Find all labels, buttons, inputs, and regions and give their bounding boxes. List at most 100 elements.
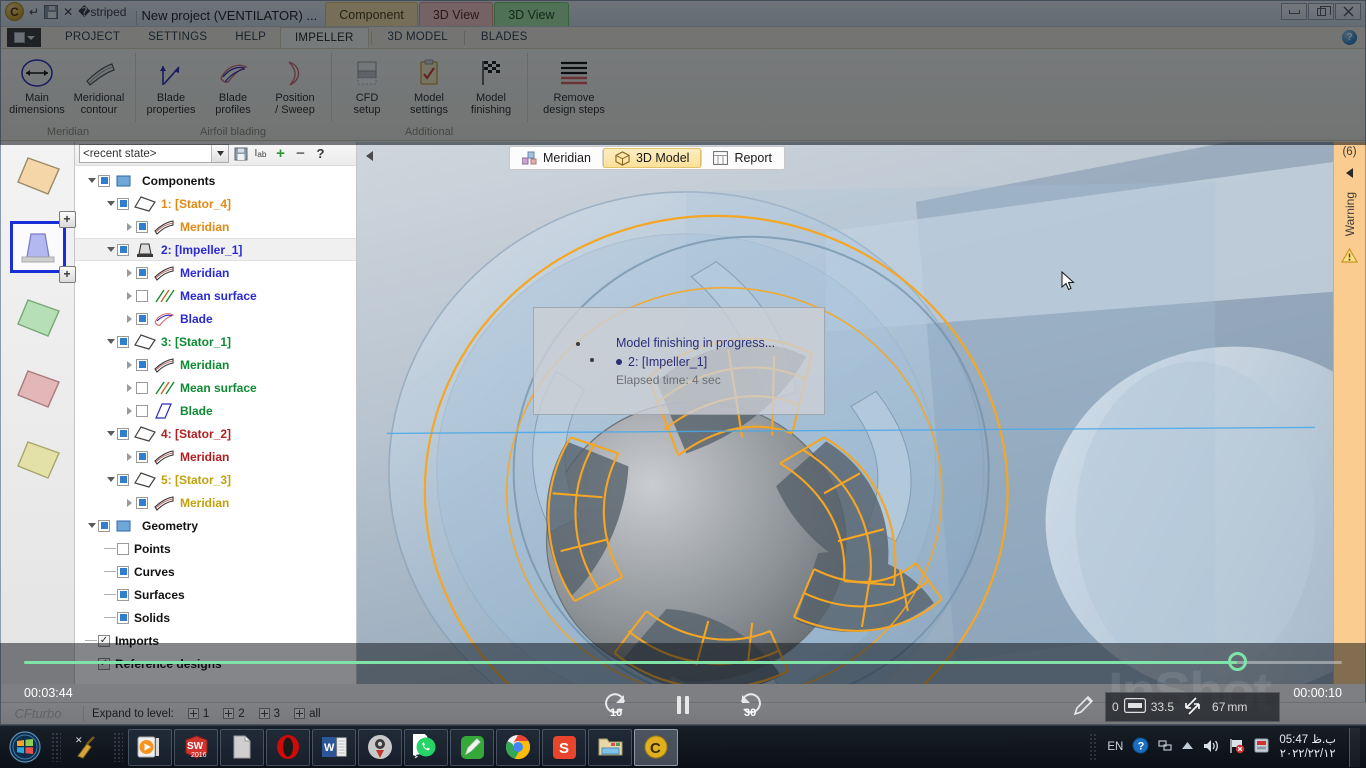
tree-visibility-checkbox[interactable] bbox=[136, 381, 148, 394]
minimize-button[interactable] bbox=[1281, 3, 1307, 20]
tree-visibility-checkbox[interactable] bbox=[117, 197, 129, 210]
expand-arrows-icon[interactable] bbox=[1180, 695, 1206, 720]
tree-row[interactable]: Curves bbox=[75, 560, 356, 583]
ribbon-tab-blades[interactable]: BLADES bbox=[467, 27, 542, 48]
close-x-icon[interactable]: ✕ bbox=[63, 6, 73, 18]
tree-row[interactable]: Components bbox=[75, 169, 356, 192]
tree-visibility-checkbox[interactable] bbox=[117, 565, 129, 578]
stator-4-chip[interactable] bbox=[12, 152, 64, 200]
broom-cleaner-icon[interactable]: ✕ bbox=[65, 728, 109, 767]
add-plus-icon[interactable]: + bbox=[272, 145, 289, 162]
tree-row[interactable]: Mean surface bbox=[75, 284, 356, 307]
show-hidden-chevron-icon[interactable] bbox=[1182, 741, 1194, 753]
stator-3-chip[interactable] bbox=[12, 436, 64, 484]
language-indicator[interactable]: EN bbox=[1107, 741, 1123, 753]
button-cfd-setup[interactable]: CFD setup bbox=[337, 52, 397, 116]
tree-expander-open-icon[interactable] bbox=[104, 197, 117, 210]
tree-expander-closed-icon[interactable] bbox=[123, 220, 136, 233]
tree-expander-open-icon[interactable] bbox=[85, 519, 98, 532]
tree-visibility-checkbox[interactable] bbox=[117, 473, 129, 486]
button-position-sweep[interactable]: Position / Sweep bbox=[265, 52, 325, 116]
tree-visibility-checkbox[interactable] bbox=[117, 542, 129, 555]
button-model-settings[interactable]: Model settings bbox=[399, 52, 459, 116]
pencil-edit-icon[interactable] bbox=[1071, 694, 1095, 721]
tree-visibility-checkbox[interactable] bbox=[136, 358, 148, 371]
tree-row[interactable]: 1: [Stator_4] bbox=[75, 192, 356, 215]
tab-meridian[interactable]: Meridian bbox=[511, 148, 602, 168]
seek-knob[interactable] bbox=[1227, 652, 1247, 671]
tree-row[interactable]: 2: [Impeller_1] bbox=[75, 238, 356, 261]
impeller-1-chip[interactable]: + + bbox=[9, 211, 76, 283]
application-menu-button[interactable] bbox=[7, 28, 41, 47]
tree-row[interactable]: Imports bbox=[75, 629, 356, 652]
tree-expander-open-icon[interactable] bbox=[104, 427, 117, 440]
help-question-icon[interactable]: ? bbox=[1132, 737, 1149, 757]
tab-report[interactable]: Report bbox=[702, 148, 783, 168]
chrome-taskbar-icon[interactable] bbox=[496, 728, 540, 766]
doc-tab-3dview-1[interactable]: 3D View bbox=[418, 2, 494, 26]
tree-visibility-checkbox[interactable] bbox=[117, 611, 129, 624]
frame-thumbnail-icon[interactable] bbox=[1123, 698, 1146, 716]
tree-row[interactable]: Meridian bbox=[75, 353, 356, 376]
tree-expander-closed-icon[interactable] bbox=[123, 289, 136, 302]
save-state-icon[interactable] bbox=[232, 145, 249, 162]
tree-visibility-checkbox[interactable] bbox=[136, 450, 148, 463]
tree-expander-closed-icon[interactable] bbox=[123, 358, 136, 371]
tree-expander-open-icon[interactable] bbox=[104, 243, 117, 256]
camera-app-taskbar-icon[interactable] bbox=[358, 728, 402, 766]
taskbar-grip[interactable] bbox=[51, 732, 61, 762]
tree-row[interactable]: Blade bbox=[75, 399, 356, 422]
undo-arrow-icon[interactable]: ↵ bbox=[29, 6, 39, 18]
restore-button[interactable] bbox=[1308, 3, 1334, 20]
save-disk-icon[interactable] bbox=[44, 4, 59, 19]
app-menu-button[interactable]: C bbox=[5, 2, 24, 21]
collapse-left-arrow-icon[interactable] bbox=[361, 148, 377, 164]
tree-row[interactable]: Meridian bbox=[75, 445, 356, 468]
action-center-flag-icon[interactable] bbox=[1229, 738, 1245, 757]
tree-expander-closed-icon[interactable] bbox=[123, 266, 136, 279]
file-explorer-taskbar-icon[interactable] bbox=[588, 728, 632, 766]
tree-row[interactable]: 5: [Stator_3] bbox=[75, 468, 356, 491]
3d-viewport[interactable]: Meridian 3D Model Report Model finishing… bbox=[357, 142, 1333, 684]
tree-row[interactable]: Meridian bbox=[75, 491, 356, 514]
tree-visibility-checkbox[interactable] bbox=[136, 220, 148, 233]
ribbon-tab-project[interactable]: PROJECT bbox=[51, 27, 134, 48]
tree-row[interactable]: Surfaces bbox=[75, 583, 356, 606]
close-button[interactable] bbox=[1335, 3, 1361, 20]
button-model-finishing[interactable]: Model finishing bbox=[461, 52, 521, 116]
tree-visibility-checkbox[interactable] bbox=[136, 312, 148, 325]
tree-visibility-checkbox[interactable] bbox=[98, 174, 110, 187]
tree-expander-closed-icon[interactable] bbox=[123, 496, 136, 509]
tree-row[interactable]: 4: [Stator_2] bbox=[75, 422, 356, 445]
warning-rail[interactable]: (6) Warning bbox=[1333, 142, 1365, 684]
taskbar-grip[interactable] bbox=[113, 732, 123, 762]
button-main-dimensions[interactable]: Main dimensions bbox=[7, 52, 67, 116]
add-component-above-button[interactable]: + bbox=[58, 211, 76, 228]
forward-30-icon[interactable]: 30 bbox=[735, 691, 765, 719]
stator-1-chip[interactable] bbox=[12, 294, 64, 342]
tree-expander-open-icon[interactable] bbox=[85, 174, 98, 187]
doc-tab-component[interactable]: Component bbox=[325, 2, 418, 26]
tree-expander-closed-icon[interactable] bbox=[123, 404, 136, 417]
tree-expander-closed-icon[interactable] bbox=[123, 312, 136, 325]
video-seek-bar[interactable] bbox=[24, 652, 1342, 671]
tree-row[interactable]: Points bbox=[75, 537, 356, 560]
media-player-taskbar-icon[interactable] bbox=[128, 728, 172, 766]
button-blade-profiles[interactable]: Blade profiles bbox=[203, 52, 263, 116]
cfturbo-taskbar-icon[interactable]: C bbox=[634, 728, 678, 766]
doc-tab-3dview-2[interactable]: 3D View bbox=[494, 2, 569, 26]
rename-text-icon[interactable]: Iab bbox=[252, 145, 269, 162]
tree-expander-open-icon[interactable] bbox=[104, 335, 117, 348]
notes-app-taskbar-icon[interactable] bbox=[450, 728, 494, 766]
tree-visibility-checkbox[interactable] bbox=[98, 519, 110, 532]
tree-row[interactable]: 3: [Stator_1] bbox=[75, 330, 356, 353]
help-question-icon[interactable]: ? bbox=[1342, 30, 1357, 45]
tree-row[interactable]: Blade bbox=[75, 307, 356, 330]
speaker-volume-icon[interactable] bbox=[1202, 738, 1220, 757]
help-question-icon[interactable]: ? bbox=[312, 145, 329, 162]
tree-visibility-checkbox[interactable] bbox=[136, 266, 148, 279]
tree-row[interactable]: Mean surface bbox=[75, 376, 356, 399]
tree-expander-closed-icon[interactable] bbox=[123, 450, 136, 463]
snagit-taskbar-icon[interactable]: S bbox=[542, 728, 586, 766]
tree-visibility-checkbox[interactable] bbox=[117, 335, 129, 348]
